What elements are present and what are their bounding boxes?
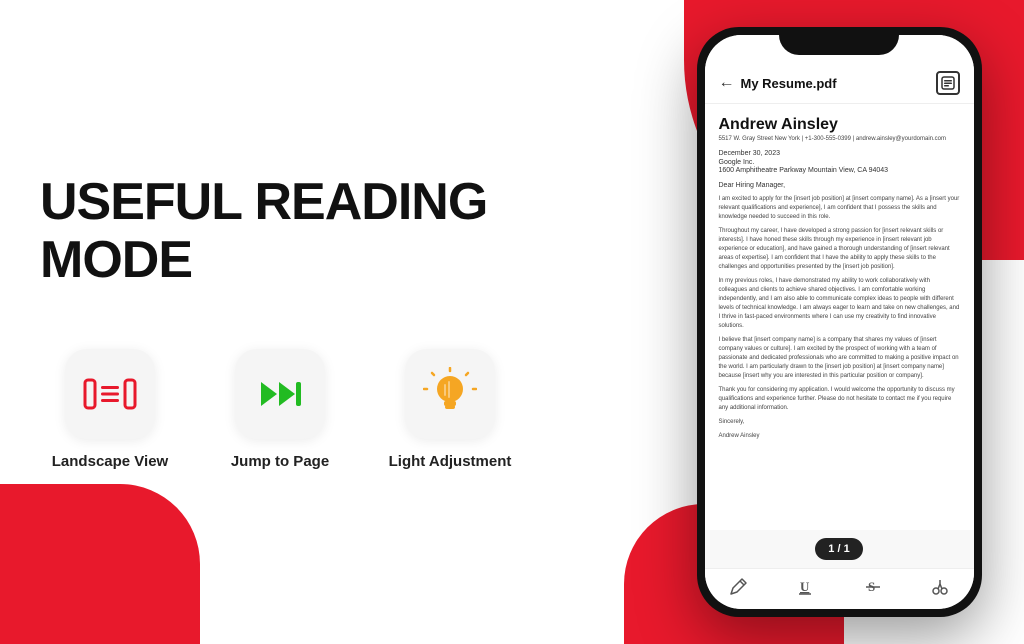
jump-icon [253,374,307,414]
resume-date: December 30, 2023 [719,150,960,157]
menu-icon [941,76,955,90]
feature-landscape: Landscape View [40,349,180,470]
resume-address: 1600 Amphitheatre Parkway Mountain View,… [719,167,960,174]
header-title: My Resume.pdf [741,76,837,91]
left-content: USEFUL READING MODE Landscape View [40,0,600,644]
resume-para-2: Throughout my career, I have developed a… [719,227,960,272]
light-icon [423,367,477,421]
resume-contact: 5517 W. Gray Street New York | +1-300-55… [719,136,960,142]
toolbar-strikethrough-button[interactable]: S [863,577,883,597]
feature-light: Light Adjustment [380,349,520,470]
page-indicator: 1 / 1 [815,538,863,560]
jump-label: Jump to Page [231,453,329,470]
landscape-icon-wrap [65,349,155,439]
pdf-content: Andrew Ainsley 5517 W. Gray Street New Y… [705,104,974,530]
strikethrough-icon: S [863,577,883,597]
toolbar-pen-button[interactable] [728,577,748,597]
resume-company: Google Inc. [719,159,960,166]
resume-para-6: Sincerely, [719,418,960,427]
app-toolbar: U S [705,568,974,609]
landscape-label: Landscape View [52,453,168,470]
features-row: Landscape View Jump to Page [40,349,600,470]
phone-outer: ← My Resume.pdf Andrew Ainsley 5517 W. G… [697,27,982,617]
phone-container: ← My Resume.pdf Andrew Ainsley 5517 W. G… [684,20,994,624]
toolbar-more-button[interactable] [930,577,950,597]
main-title: USEFUL READING MODE [40,174,600,288]
resume-para-7: Andrew Ainsley [719,432,960,441]
resume-name: Andrew Ainsley [719,116,960,134]
header-left: ← My Resume.pdf [719,74,837,92]
feature-jump: Jump to Page [210,349,350,470]
resume-greeting: Dear Hiring Manager, [719,182,960,189]
phone-notch [779,27,899,55]
resume-para-3: In my previous roles, I have demonstrate… [719,277,960,331]
resume-para-5: Thank you for considering my application… [719,386,960,413]
resume-para-1: I am excited to apply for the [insert jo… [719,195,960,222]
header-menu-icon[interactable] [936,71,960,95]
jump-icon-wrap [235,349,325,439]
back-arrow-icon[interactable]: ← [719,74,735,92]
resume-para-4: I believe that [insert company name] is … [719,336,960,381]
phone-inner: ← My Resume.pdf Andrew Ainsley 5517 W. G… [705,35,974,609]
svg-text:U: U [800,579,810,594]
landscape-icon [83,374,137,414]
toolbar-underline-button[interactable]: U [795,577,815,597]
light-icon-wrap [405,349,495,439]
light-label: Light Adjustment [389,453,512,470]
pen-icon [728,577,748,597]
page-indicator-wrap: 1 / 1 [705,530,974,568]
scissors-icon [930,577,950,597]
underline-icon: U [795,577,815,597]
